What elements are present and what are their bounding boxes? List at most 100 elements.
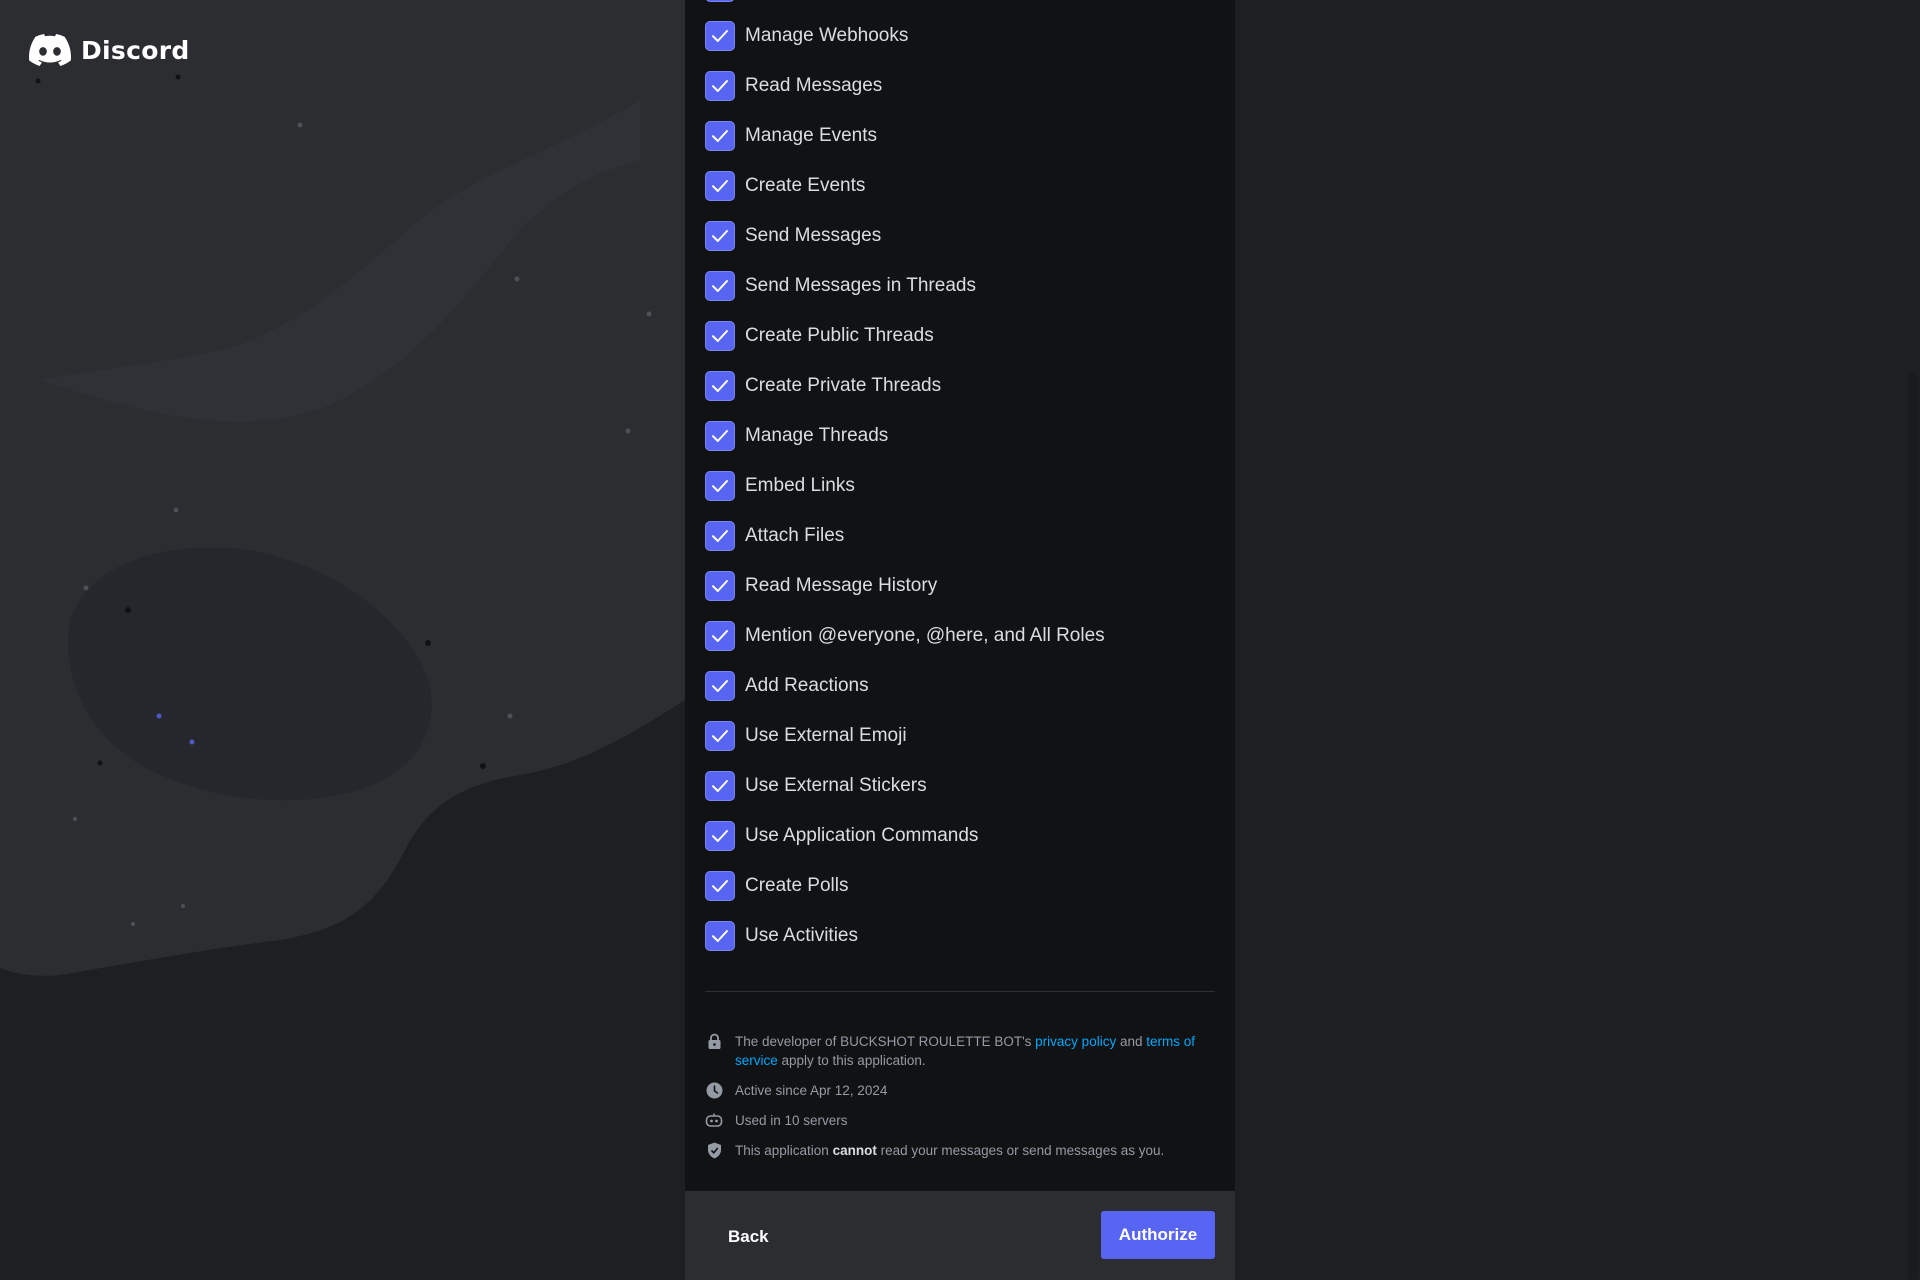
permission-label: Create Private Threads bbox=[745, 375, 942, 396]
panel-footer: Back Authorize bbox=[685, 1191, 1235, 1280]
checkmark-icon bbox=[712, 180, 728, 192]
permission-item[interactable]: Create Private Threads bbox=[705, 371, 941, 401]
scrollbar-thumb[interactable] bbox=[1908, 372, 1918, 1280]
permission-item[interactable]: Create Polls bbox=[705, 871, 849, 901]
discord-logo: Discord bbox=[29, 34, 190, 66]
permission-label: Use Application Commands bbox=[745, 825, 979, 846]
checkmark-icon bbox=[712, 580, 728, 592]
permission-checkbox[interactable] bbox=[705, 371, 735, 401]
permission-checkbox[interactable] bbox=[705, 771, 735, 801]
permission-checkbox[interactable] bbox=[705, 221, 735, 251]
permission-item[interactable]: Add Reactions bbox=[705, 671, 869, 701]
policy-prefix-text: The developer of BUCKSHOT ROULETTE BOT's bbox=[735, 1034, 1036, 1049]
checkmark-icon bbox=[712, 230, 728, 242]
permission-label: Read Message History bbox=[745, 575, 938, 596]
permission-checkbox[interactable] bbox=[705, 571, 735, 601]
authorize-panel: Manage Webhooks Read Messages Manage Event… bbox=[685, 0, 1235, 1280]
permission-label: Attach Files bbox=[745, 525, 845, 546]
permission-checkbox[interactable] bbox=[705, 171, 735, 201]
permission-item[interactable]: Manage Webhooks bbox=[705, 21, 908, 51]
permission-checkbox[interactable] bbox=[705, 921, 735, 951]
active-since-row: Active since Apr 12, 2024 bbox=[705, 1081, 1215, 1100]
permission-label: Manage Webhooks bbox=[745, 25, 909, 46]
policy-suffix-text: apply to this application. bbox=[777, 1053, 926, 1068]
permission-checkbox[interactable] bbox=[705, 621, 735, 651]
permission-item[interactable]: Send Messages bbox=[705, 221, 881, 251]
permission-label: Mention @everyone, @here, and All Roles bbox=[745, 625, 1105, 646]
permission-item[interactable]: Mention @everyone, @here, and All Roles bbox=[705, 621, 1105, 651]
permission-checkbox[interactable] bbox=[705, 21, 735, 51]
clock-icon bbox=[705, 1081, 723, 1100]
checkmark-icon bbox=[712, 280, 728, 292]
permission-label: Use External Stickers bbox=[745, 775, 927, 796]
cannot-read-row: This application cannot read your messag… bbox=[705, 1141, 1215, 1160]
permission-label: Use External Emoji bbox=[745, 725, 907, 746]
cannot-prefix-text: This application bbox=[735, 1143, 833, 1158]
permission-checkbox[interactable] bbox=[705, 521, 735, 551]
permission-label: Use Activities bbox=[745, 925, 858, 946]
active-since-text: Active since Apr 12, 2024 bbox=[735, 1083, 888, 1098]
privacy-policy-link[interactable]: privacy policy bbox=[1035, 1034, 1116, 1049]
permission-checkbox[interactable] bbox=[705, 671, 735, 701]
checkmark-icon bbox=[712, 680, 728, 692]
permission-checkbox[interactable] bbox=[705, 721, 735, 751]
checkmark-icon bbox=[712, 130, 728, 142]
checkmark-icon bbox=[712, 830, 728, 842]
permission-item[interactable]: Create Public Threads bbox=[705, 321, 934, 351]
permission-checkbox[interactable] bbox=[705, 821, 735, 851]
used-in-servers-text: Used in 10 servers bbox=[735, 1113, 848, 1128]
permission-label: Send Messages in Threads bbox=[745, 275, 976, 296]
privacy-info-row: The developer of BUCKSHOT ROULETTE BOT's… bbox=[705, 1032, 1215, 1070]
permission-checkbox[interactable] bbox=[705, 421, 735, 451]
checkmark-icon bbox=[712, 880, 728, 892]
permission-label: Read Messages bbox=[745, 75, 883, 96]
permission-label: Create Events bbox=[745, 175, 866, 196]
permission-checkbox[interactable] bbox=[705, 471, 735, 501]
permission-item[interactable]: Use Activities bbox=[705, 921, 858, 951]
shield-icon bbox=[705, 1141, 723, 1160]
checkmark-icon bbox=[712, 30, 728, 42]
permission-item[interactable]: Read Messages bbox=[705, 71, 882, 101]
permission-checkbox[interactable] bbox=[705, 321, 735, 351]
permission-label: Manage Threads bbox=[745, 425, 889, 446]
checkmark-icon bbox=[712, 730, 728, 742]
divider bbox=[705, 991, 1215, 992]
permission-item[interactable]: Create Events bbox=[705, 171, 865, 201]
permission-item[interactable]: Manage Threads bbox=[705, 421, 888, 451]
permission-label: Embed Links bbox=[745, 475, 855, 496]
permission-label: Create Public Threads bbox=[745, 325, 934, 346]
cannot-word: cannot bbox=[832, 1143, 877, 1158]
used-in-servers-row: Used in 10 servers bbox=[705, 1111, 1215, 1130]
cannot-suffix-text: read your messages or send messages as y… bbox=[876, 1143, 1165, 1158]
permission-label: Send Messages bbox=[745, 225, 882, 246]
partial-checkbox-top bbox=[706, 0, 734, 2]
oauth-authorize-page: Discord Manage Webhooks Read Messages Mana… bbox=[0, 0, 1920, 1280]
permission-item[interactable]: Use External Emoji bbox=[705, 721, 907, 751]
privacy-info-text: The developer of BUCKSHOT ROULETTE BOT's… bbox=[735, 1032, 1215, 1070]
permission-item[interactable]: Manage Events bbox=[705, 121, 877, 151]
checkmark-icon bbox=[712, 480, 728, 492]
permission-label: Manage Events bbox=[745, 125, 878, 146]
policy-and-text: and bbox=[1116, 1034, 1147, 1049]
checkmark-icon bbox=[712, 530, 728, 542]
checkmark-icon bbox=[712, 80, 728, 92]
back-button[interactable]: Back bbox=[718, 1213, 779, 1260]
permission-item[interactable]: Use Application Commands bbox=[705, 821, 978, 851]
permission-checkbox[interactable] bbox=[705, 71, 735, 101]
permission-checkbox[interactable] bbox=[705, 871, 735, 901]
permission-label: Add Reactions bbox=[745, 675, 869, 696]
permission-item[interactable]: Embed Links bbox=[705, 471, 855, 501]
discord-wordmark: Discord bbox=[81, 35, 190, 65]
permission-label: Create Polls bbox=[745, 875, 849, 896]
permission-item[interactable]: Read Message History bbox=[705, 571, 937, 601]
permission-item[interactable]: Use External Stickers bbox=[705, 771, 927, 801]
checkmark-icon bbox=[712, 780, 728, 792]
permission-checkbox[interactable] bbox=[705, 271, 735, 301]
authorize-button[interactable]: Authorize bbox=[1101, 1211, 1215, 1259]
checkmark-icon bbox=[712, 380, 728, 392]
permission-item[interactable]: Send Messages in Threads bbox=[705, 271, 976, 301]
robot-icon bbox=[705, 1111, 723, 1130]
permission-item[interactable]: Attach Files bbox=[705, 521, 844, 551]
lock-icon bbox=[705, 1032, 723, 1051]
permission-checkbox[interactable] bbox=[705, 121, 735, 151]
